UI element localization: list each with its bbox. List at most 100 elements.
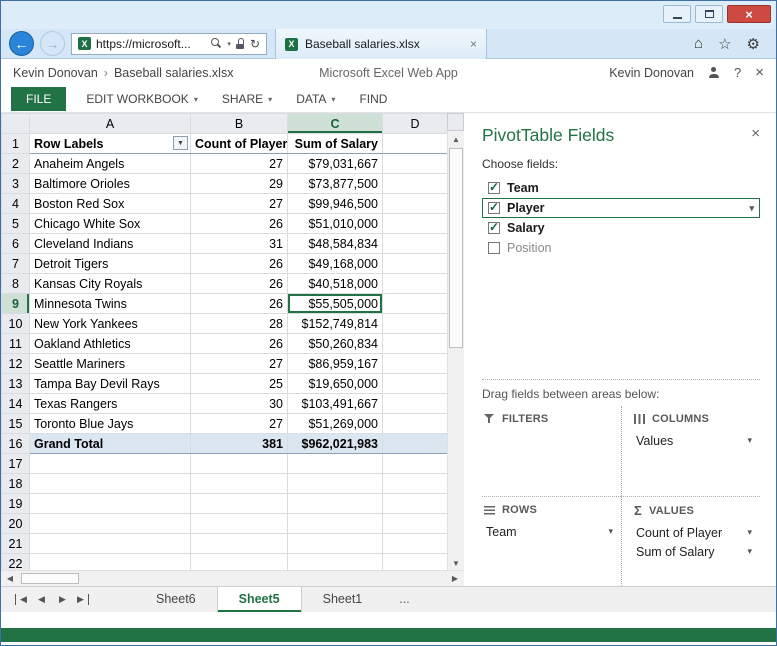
file-menu-button[interactable]: FILE	[11, 87, 66, 111]
cell-A17[interactable]	[30, 454, 191, 474]
cell-B11[interactable]: 26	[191, 334, 288, 354]
cell-A15[interactable]: Toronto Blue Jays	[30, 414, 191, 434]
help-icon[interactable]: ?	[734, 65, 741, 80]
cell-A4[interactable]: Boston Red Sox	[30, 194, 191, 214]
filters-area[interactable]: FILTERS	[482, 406, 621, 496]
field-row-team[interactable]: Team	[482, 178, 760, 198]
cell-B12[interactable]: 27	[191, 354, 288, 374]
cell-D9[interactable]	[383, 294, 448, 314]
menu-data[interactable]: DATA ▾	[296, 92, 335, 106]
cell-C20[interactable]	[288, 514, 383, 534]
column-header-B[interactable]: B	[191, 114, 288, 134]
chevron-down-icon[interactable]: ▾	[747, 546, 752, 557]
cell-C10[interactable]: $152,749,814	[288, 314, 383, 334]
share-person-icon[interactable]	[708, 67, 720, 78]
cell-D2[interactable]	[383, 154, 448, 174]
home-icon[interactable]: ⌂	[694, 35, 703, 52]
cell-C5[interactable]: $51,010,000	[288, 214, 383, 234]
maximize-button[interactable]	[695, 5, 723, 23]
column-header-D[interactable]: D	[383, 114, 448, 134]
cell-A2[interactable]: Anaheim Angels	[30, 154, 191, 174]
scroll-right-icon[interactable]: ▶	[446, 574, 464, 583]
cell-A13[interactable]: Tampa Bay Devil Rays	[30, 374, 191, 394]
menu-edit-workbook[interactable]: EDIT WORKBOOK ▾	[86, 92, 197, 106]
horizontal-scroll-thumb[interactable]	[21, 573, 79, 584]
field-row-position[interactable]: Position	[482, 238, 760, 258]
cell-A9[interactable]: Minnesota Twins	[30, 294, 191, 314]
cell-C1[interactable]: Sum of Salary	[288, 134, 383, 154]
cell-A1[interactable]: Row Labels▼	[30, 134, 191, 154]
cell-C3[interactable]: $73,877,500	[288, 174, 383, 194]
cell-D4[interactable]	[383, 194, 448, 214]
tab-sheet5[interactable]: Sheet5	[217, 587, 302, 612]
cell-D10[interactable]	[383, 314, 448, 334]
cell-A14[interactable]: Texas Rangers	[30, 394, 191, 414]
row-header-19[interactable]: 19	[2, 494, 30, 514]
cell-A6[interactable]: Cleveland Indians	[30, 234, 191, 254]
row-labels-filter-button[interactable]: ▼	[173, 136, 188, 150]
row-header-14[interactable]: 14	[2, 394, 30, 414]
horizontal-scrollbar[interactable]: ◀ ▶	[1, 570, 464, 586]
cell-B14[interactable]: 30	[191, 394, 288, 414]
cell-D5[interactable]	[383, 214, 448, 234]
cell-D8[interactable]	[383, 274, 448, 294]
row-header-20[interactable]: 20	[2, 514, 30, 534]
last-sheet-button[interactable]: ▶	[73, 594, 89, 605]
team-checkbox[interactable]	[488, 182, 500, 194]
cell-B2[interactable]: 27	[191, 154, 288, 174]
cell-B7[interactable]: 26	[191, 254, 288, 274]
cell-A11[interactable]: Oakland Athletics	[30, 334, 191, 354]
row-header-12[interactable]: 12	[2, 354, 30, 374]
menu-find[interactable]: FIND	[359, 92, 387, 106]
cell-C11[interactable]: $50,260,834	[288, 334, 383, 354]
tab-sheet6[interactable]: Sheet6	[135, 587, 217, 612]
pane-close-icon[interactable]: ×	[751, 125, 760, 142]
next-sheet-button[interactable]: ▶	[52, 594, 73, 605]
row-header-10[interactable]: 10	[2, 314, 30, 334]
values-field-salary[interactable]: Sum of Salary ▾	[634, 542, 754, 561]
cell-A8[interactable]: Kansas City Royals	[30, 274, 191, 294]
cell-A3[interactable]: Baltimore Orioles	[30, 174, 191, 194]
cell-A12[interactable]: Seattle Mariners	[30, 354, 191, 374]
cell-C14[interactable]: $103,491,667	[288, 394, 383, 414]
cell-C12[interactable]: $86,959,167	[288, 354, 383, 374]
rows-area[interactable]: ROWS Team ▾	[482, 496, 621, 586]
vertical-scrollbar[interactable]: ▲ ▼	[447, 131, 464, 571]
cell-D1[interactable]	[383, 134, 448, 154]
favorites-star-icon[interactable]: ☆	[718, 35, 731, 53]
breadcrumb-file[interactable]: Baseball salaries.xlsx	[114, 66, 234, 80]
row-header-6[interactable]: 6	[2, 234, 30, 254]
signed-in-user[interactable]: Kevin Donovan	[609, 66, 694, 80]
cell-B6[interactable]: 31	[191, 234, 288, 254]
values-field-count[interactable]: Count of Player ▾	[634, 523, 754, 542]
cell-A5[interactable]: Chicago White Sox	[30, 214, 191, 234]
column-header-C[interactable]: C	[288, 114, 383, 134]
columns-field-values[interactable]: Values ▾	[634, 431, 754, 450]
field-row-player[interactable]: Player ▾	[482, 198, 760, 218]
cell-B3[interactable]: 29	[191, 174, 288, 194]
row-header-1[interactable]: 1	[2, 134, 30, 154]
row-header-2[interactable]: 2	[2, 154, 30, 174]
cell-A19[interactable]	[30, 494, 191, 514]
row-header-11[interactable]: 11	[2, 334, 30, 354]
cell-C6[interactable]: $48,584,834	[288, 234, 383, 254]
columns-area[interactable]: COLUMNS Values ▾	[621, 406, 760, 496]
cell-B5[interactable]: 26	[191, 214, 288, 234]
address-bar[interactable]: https://microsoft... ▾ ↻	[71, 33, 267, 55]
scroll-down-icon[interactable]: ▼	[448, 555, 464, 571]
more-sheets-button[interactable]: ...	[383, 587, 425, 612]
first-sheet-button[interactable]: ◀	[15, 594, 31, 605]
row-header-16[interactable]: 16	[2, 434, 30, 454]
scroll-up-icon[interactable]: ▲	[448, 131, 464, 147]
row-header-7[interactable]: 7	[2, 254, 30, 274]
tab-close-icon[interactable]: ×	[470, 37, 477, 51]
row-header-4[interactable]: 4	[2, 194, 30, 214]
cell-A16[interactable]: Grand Total	[30, 434, 191, 454]
cell-C19[interactable]	[288, 494, 383, 514]
column-header-A[interactable]: A	[30, 114, 191, 134]
player-checkbox[interactable]	[488, 202, 500, 214]
chevron-down-icon[interactable]: ▾	[608, 526, 613, 537]
field-dropdown-icon[interactable]: ▾	[749, 203, 754, 214]
cell-B15[interactable]: 27	[191, 414, 288, 434]
select-all-corner[interactable]	[2, 114, 30, 134]
